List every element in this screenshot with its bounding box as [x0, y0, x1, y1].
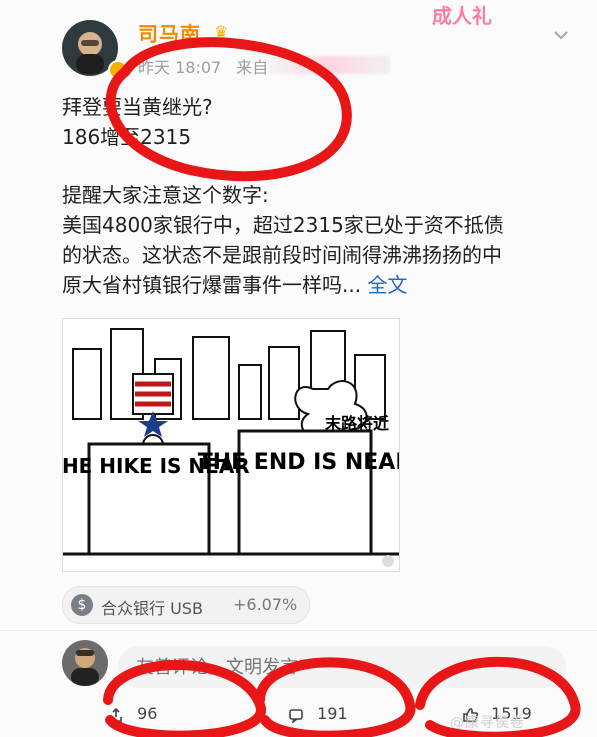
post-header: 司马南 ♛ 昨天 18:07 来自 成人礼	[0, 0, 597, 90]
post-line-text: 原大省村镇银行爆雷事件一样吗...	[62, 273, 362, 297]
post-card: 司马南 ♛ 昨天 18:07 来自 成人礼 拜登要当黄继光? 186增至2315…	[0, 0, 597, 737]
stock-change: +6.07%	[233, 595, 298, 614]
comment-action[interactable]: 191	[288, 704, 348, 723]
comment-input-box[interactable]	[118, 646, 597, 688]
cartoon-image[interactable]: THE HIKE IS NEAR THE END IS NEAR 末路将近	[48, 318, 412, 572]
post-line: 美国4800家银行中，超过2315家已处于资不抵债	[62, 213, 504, 237]
stock-name: 合众银行 USB	[101, 599, 203, 618]
comment-count: 191	[317, 704, 348, 723]
verified-badge-icon	[108, 60, 128, 80]
post-time: 昨天 18:07	[138, 58, 222, 77]
post-line: 拜登要当黄继光?	[62, 95, 213, 119]
post-line: 提醒大家注意这个数字:	[62, 183, 269, 207]
divider	[0, 630, 597, 631]
blurred-source	[270, 56, 390, 74]
stock-chip[interactable]: $ 合众银行 USB +6.07%	[62, 586, 310, 624]
post-line: 的状态。这状态不是跟前段时间闹得沸沸扬扬的中	[62, 243, 502, 267]
full-text-link[interactable]: 全文	[367, 273, 407, 297]
comment-input[interactable]	[118, 646, 597, 688]
post-source: 来自	[236, 58, 269, 77]
comment-icon	[289, 708, 303, 723]
share-action[interactable]: 96	[108, 704, 157, 723]
dollar-icon: $	[71, 594, 93, 616]
share-count: 96	[137, 704, 158, 723]
watermark: @康寻侯卷	[450, 715, 525, 731]
right-side-text: 末路将近	[325, 414, 389, 433]
comment-avatar-image	[71, 648, 99, 686]
share-icon	[110, 707, 122, 722]
post-line: 186增至2315	[62, 125, 192, 149]
post-meta: 昨天 18:07 来自	[138, 54, 268, 78]
post-text: 拜登要当黄继光? 186增至2315 提醒大家注意这个数字: 美国4800家银行…	[62, 92, 582, 300]
crown-icon: ♛	[214, 22, 229, 41]
cartoon-svg: THE HIKE IS NEAR THE END IS NEAR 末路将近	[48, 319, 412, 571]
right-sign-text: THE END IS NEAR	[198, 450, 399, 475]
chevron-down-icon[interactable]	[552, 26, 570, 44]
sticker: 成人礼	[432, 4, 492, 28]
username[interactable]: 司马南	[138, 18, 201, 47]
comment-avatar[interactable]	[62, 640, 108, 686]
post-line: 原大省村镇银行爆雷事件一样吗... 全文	[62, 270, 582, 300]
